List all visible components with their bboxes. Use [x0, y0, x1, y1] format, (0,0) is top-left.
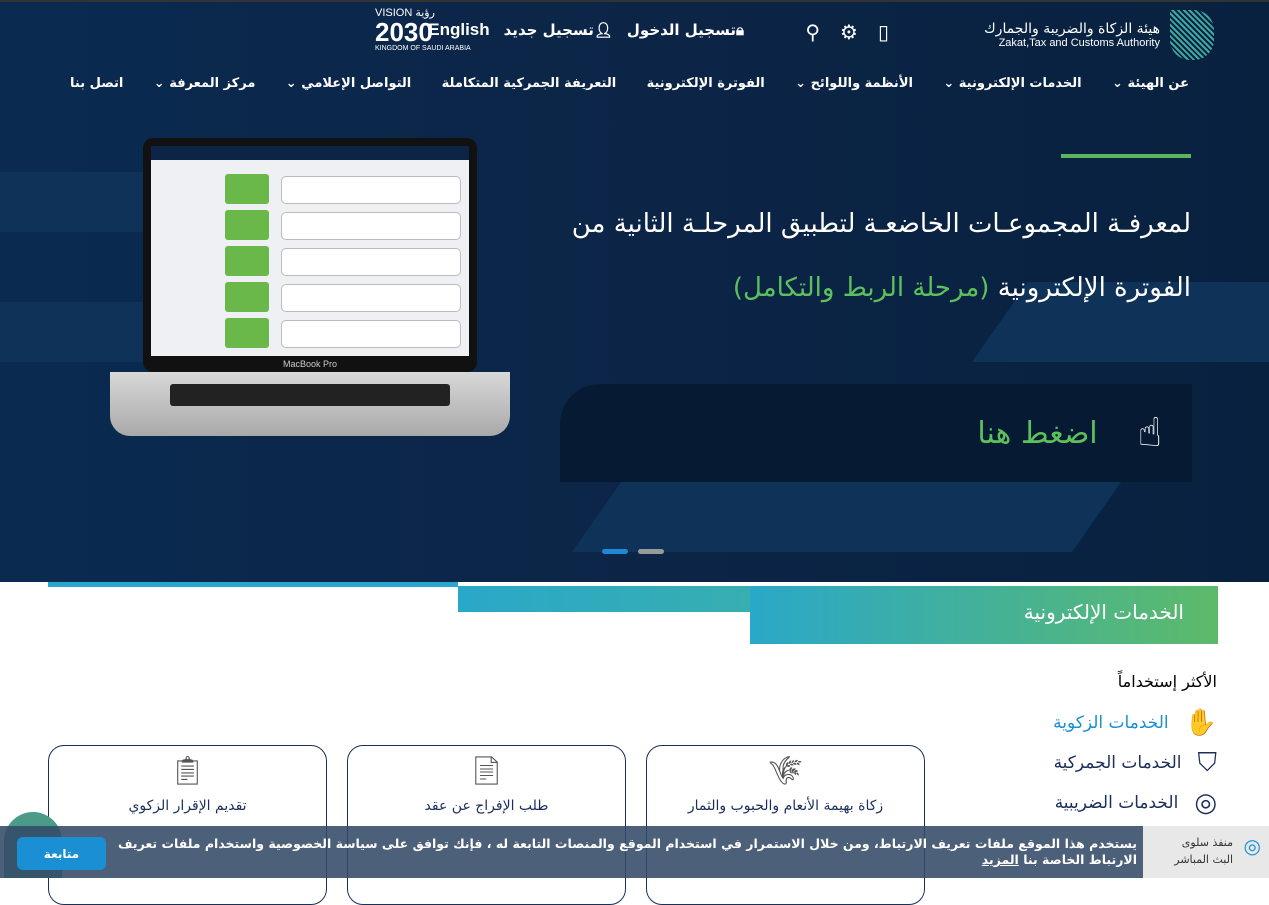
click-here-button[interactable]: ☝ اضغط هنا — [560, 384, 1192, 482]
laptop-image: MacBook Pro — [110, 138, 510, 438]
lock-icon: 🔒︎ — [736, 21, 744, 39]
nav-regulations[interactable]: الأنظمة واللوائح ⌄ — [795, 76, 913, 91]
slide-dot-2[interactable] — [638, 549, 664, 554]
cookie-accept-button[interactable]: متابعة — [17, 837, 106, 870]
login-link[interactable]: 🔒︎تسجيل الدخول — [627, 21, 744, 39]
slide-dot-1[interactable] — [602, 549, 628, 554]
nav-eservices[interactable]: الخدمات الإلكترونية ⌄ — [943, 76, 1081, 91]
register-link[interactable]: 👤︎تسجيل جديد — [504, 21, 613, 39]
nav-tariff[interactable]: التعريفة الجمركية المتكاملة — [442, 76, 617, 91]
category-zakat[interactable]: ✋ الخدمات الزكوية — [1053, 708, 1217, 738]
zatca-logo[interactable]: هيئة الزكاة والضريبة والجمارك Zakat,Tax … — [984, 10, 1214, 60]
laptop-brand-label: MacBook Pro — [282, 359, 338, 369]
tax-icon: ◎ — [1194, 788, 1217, 818]
headline-highlight: (مرحلة الربط والتكامل) — [732, 273, 990, 303]
cookie-more-link[interactable]: المزيد — [982, 852, 1019, 867]
nav-knowledge[interactable]: مركز المعرفة ⌄ — [154, 76, 256, 91]
card-title: طلب الإفراج عن عقد — [424, 798, 549, 814]
accent-bar — [1061, 154, 1191, 158]
cta-label: اضغط هنا — [977, 415, 1098, 451]
nav-media[interactable]: التواصل الإعلامي ⌄ — [286, 76, 411, 91]
service-card[interactable]: 📄︎ طلب الإفراج عن عقد — [347, 745, 626, 905]
category-customs[interactable]: ⛉ الخدمات الجمركية — [1054, 748, 1217, 778]
touch-hand-icon: ☝ — [1137, 410, 1162, 456]
section-header: الخدمات الإلكترونية — [48, 582, 1218, 644]
nav-about[interactable]: عن الهيئة ⌄ — [1112, 76, 1189, 91]
headline-line1: لمعرفـة المجموعـات الخاضعـة لتطبيق المرح… — [571, 209, 1191, 239]
nav-einvoicing[interactable]: الفوترة الإلكترونية — [647, 76, 765, 91]
slider-dots — [602, 549, 664, 554]
nav-contact[interactable]: اتصل بنا — [70, 76, 123, 91]
vision-2030-logo: VISION رؤية 2030 KINGDOM OF SAUDI ARABIA — [375, 7, 471, 53]
category-label: الخدمات الجمركية — [1053, 753, 1182, 773]
user-plus-icon: 👤︎ — [593, 21, 613, 39]
service-card[interactable]: 🌾︎ زكاة بهيمة الأنعام والحبوب والثمار — [646, 745, 925, 905]
settings-icon[interactable]: ⚙ — [840, 20, 858, 44]
hero-banner: هيئة الزكاة والضريبة والجمارك Zakat,Tax … — [0, 0, 1269, 582]
main-nav: عن الهيئة ⌄ الخدمات الإلكترونية ⌄ الأنظم… — [70, 76, 1189, 91]
register-label: تسجيل جديد — [503, 21, 594, 39]
service-card[interactable]: 📋︎ تقديم الإقرار الزكوي — [48, 745, 327, 905]
zatca-mark-icon — [1170, 10, 1214, 60]
livestock-grain-icon: 🌾︎ — [767, 754, 804, 787]
card-title: زكاة بهيمة الأنعام والحبوب والثمار — [687, 798, 884, 814]
hero-headline: لمعرفـة المجموعـات الخاضعـة لتطبيق المرح… — [572, 192, 1191, 320]
org-name-en: Zakat,Tax and Customs Authority — [998, 37, 1160, 49]
org-name-ar: هيئة الزكاة والضريبة والجمارك — [984, 21, 1160, 37]
zakat-hand-icon: ✋ — [1184, 708, 1217, 738]
login-label: تسجيل الدخول — [626, 21, 737, 39]
document-hand-icon: 📄︎ — [468, 754, 505, 787]
mobile-icon[interactable]: ▯ — [878, 20, 889, 44]
live-line2: البث المباشر — [1174, 853, 1233, 866]
live-line1: منفذ سلوى — [1181, 836, 1233, 849]
broadcast-icon: ◎ — [1243, 834, 1261, 858]
most-used-label: الأكثر إستخداماً — [1117, 672, 1217, 691]
cookie-banner: يستخدم هذا الموقع ملفات تعريف الارتباط، … — [0, 826, 1269, 878]
section-title: الخدمات الإلكترونية — [750, 586, 1218, 644]
document-user-icon: 📋︎ — [169, 754, 206, 787]
search-icon[interactable]: ⚲ — [805, 20, 820, 44]
top-tools: ▯ ⚙ ⚲ — [805, 20, 889, 44]
category-label: الخدمات الضريبية — [1054, 793, 1179, 813]
card-title: تقديم الإقرار الزكوي — [128, 798, 247, 814]
live-stream-widget[interactable]: منفذ سلوى البث المباشر ◎ — [1143, 826, 1269, 878]
category-label: الخدمات الزكوية — [1053, 713, 1169, 733]
shield-icon: ⛉ — [1197, 747, 1217, 778]
headline-line2: الفوترة الإلكترونية — [997, 273, 1191, 303]
category-tax[interactable]: ◎ الخدمات الضريبية — [1055, 788, 1217, 818]
